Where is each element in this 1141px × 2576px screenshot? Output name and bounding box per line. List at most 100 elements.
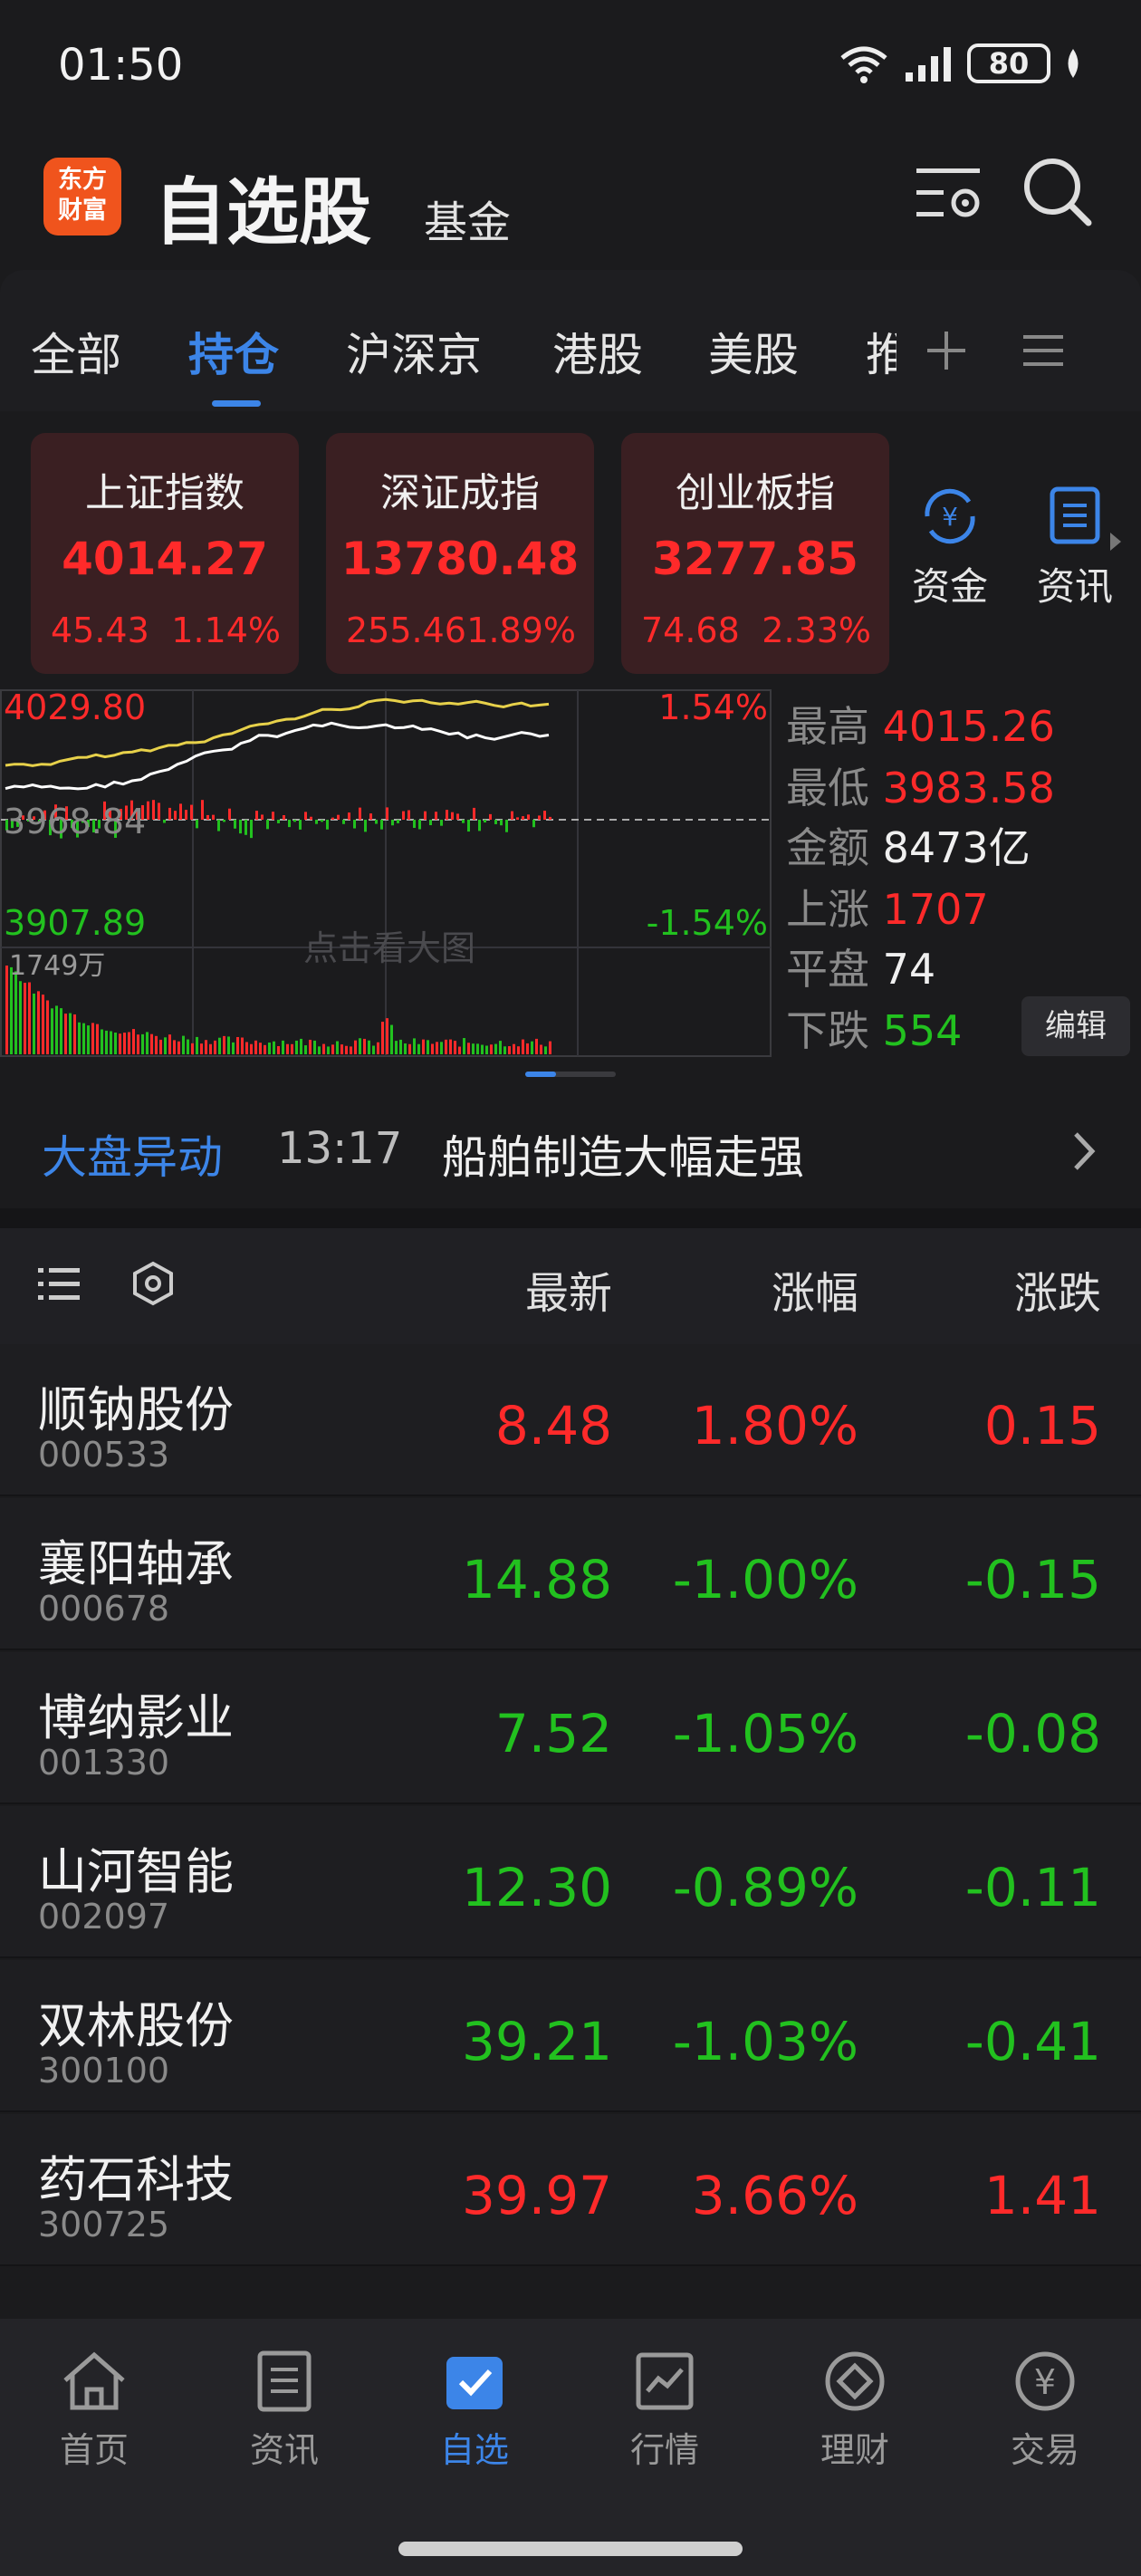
intraday-chart[interactable]: 4029.80 3968.84 3907.89 1.54% -1.54% 174… [0, 687, 779, 1060]
volume-bar [46, 1000, 49, 1054]
index-card-cyb[interactable]: 创业板指 3277.85 74.68 2.33% [621, 433, 889, 674]
change-bar [408, 810, 410, 820]
change-bar [272, 812, 274, 820]
volume-bar [196, 1036, 198, 1054]
fund-tab[interactable]: 基金 [424, 187, 511, 250]
alert-time: 13:17 [277, 1123, 403, 1174]
index-card-sz[interactable]: 深证成指 13780.48 255.46 1.89% [326, 433, 594, 674]
tab-more[interactable]: 推 [866, 319, 896, 384]
change-bar [244, 820, 247, 835]
stock-pct: -0.89% [672, 1857, 858, 1918]
table-row[interactable]: 顺钠股份 000533 8.48 1.80% 0.15 [0, 1344, 1141, 1496]
change-bar [217, 820, 220, 831]
table-row[interactable]: 山河智能 002097 12.30 -0.89% -0.11 [0, 1806, 1141, 1958]
settings-hex-icon[interactable] [130, 1261, 176, 1306]
volume-bar [223, 1035, 225, 1054]
leaf-icon [1068, 49, 1079, 78]
volume-bar [177, 1041, 180, 1054]
list-view-icon[interactable] [38, 1264, 82, 1304]
volume-bar [60, 1008, 62, 1054]
tab-us[interactable]: 美股 [708, 319, 799, 384]
volume-bar [19, 981, 22, 1054]
volume-bar [508, 1046, 511, 1054]
volume-bar [119, 1033, 121, 1054]
index-card-sh[interactable]: 上证指数 4014.27 45.43 1.14% [31, 433, 299, 674]
fund-flow-button[interactable]: ¥ 资金 [900, 485, 1000, 611]
nav-market[interactable]: 行情 [583, 2350, 746, 2472]
change-bar [505, 820, 508, 832]
change-bar [234, 820, 236, 829]
change-bar [435, 812, 437, 820]
signal-icon [906, 47, 951, 82]
status-icons: 80 [837, 43, 1083, 83]
stock-code: 000678 [38, 1589, 170, 1629]
add-icon[interactable] [924, 328, 969, 373]
volume-bar [128, 1032, 130, 1054]
volume-bar [51, 1008, 53, 1054]
change-bar [429, 820, 432, 826]
change-bar [364, 820, 367, 832]
market-alert[interactable]: 大盘异动 13:17 船舶制造大幅走强 [0, 1105, 1141, 1205]
nav-news[interactable]: 资讯 [203, 2350, 366, 2472]
col-change[interactable]: 涨跌 [1014, 1257, 1101, 1321]
tab-holdings[interactable]: 持仓 [188, 319, 279, 384]
volume-bar [526, 1043, 529, 1054]
stock-code: 300725 [38, 2205, 170, 2244]
home-indicator[interactable] [398, 2542, 743, 2556]
settings-list-icon[interactable] [915, 161, 985, 225]
table-row[interactable]: 襄阳轴承 000678 14.88 -1.00% -0.15 [0, 1498, 1141, 1650]
menu-icon[interactable] [1023, 332, 1063, 370]
chevron-right-icon [1074, 1132, 1096, 1170]
volume-bar [490, 1044, 493, 1054]
volume-bar [110, 1031, 112, 1054]
stock-name: 博纳影业 [38, 1689, 234, 1746]
change-bar [293, 820, 296, 822]
news-icon [257, 2350, 312, 2412]
change-bar [473, 807, 475, 820]
volume-bar [336, 1041, 339, 1054]
change-bar [348, 812, 350, 820]
stock-name: 顺钠股份 [38, 1381, 234, 1438]
stock-change: 1.41 [983, 2165, 1101, 2226]
col-latest[interactable]: 最新 [525, 1257, 612, 1321]
volume-bar [37, 991, 40, 1054]
brand-logo[interactable]: 东方 财富 [43, 158, 121, 235]
volume-bar [55, 1005, 58, 1054]
volume-bar [476, 1043, 479, 1054]
stock-price: 12.30 [461, 1857, 612, 1918]
volume-bar [14, 971, 17, 1054]
change-bar [494, 820, 497, 824]
col-pct[interactable]: 涨幅 [772, 1257, 858, 1321]
volume-bar [417, 1043, 420, 1054]
nav-trade[interactable]: ¥ 交易 [964, 2350, 1127, 2472]
table-row[interactable]: 双林股份 300100 39.21 -1.03% -0.41 [0, 1960, 1141, 2112]
change-bar [359, 807, 361, 820]
search-icon[interactable] [1021, 156, 1094, 228]
stock-code: 000533 [38, 1435, 170, 1475]
nav-home[interactable]: 首页 [13, 2350, 176, 2472]
change-bar [467, 820, 470, 832]
change-bar [212, 814, 215, 820]
volume-bar [155, 1035, 158, 1054]
chevron-right-icon[interactable] [1108, 531, 1123, 553]
volume-bar [28, 982, 31, 1054]
table-row[interactable]: 药石科技 300725 39.97 3.66% 1.41 [0, 2114, 1141, 2266]
stock-price: 14.88 [461, 1549, 612, 1610]
volume-bar [137, 1034, 139, 1054]
battery-icon: 80 [967, 43, 1050, 83]
volume-bar [132, 1029, 135, 1054]
nav-watchlist[interactable]: 自选 [393, 2350, 556, 2472]
change-bar [369, 813, 372, 820]
tab-all[interactable]: 全部 [31, 319, 121, 384]
nav-wealth[interactable]: 理财 [773, 2350, 936, 2472]
tab-shsz[interactable]: 沪深京 [346, 319, 482, 384]
volume-bar [105, 1030, 108, 1054]
change-bar [413, 820, 416, 829]
volume-bar [522, 1039, 524, 1054]
edit-button[interactable]: 编辑 [1021, 996, 1130, 1056]
chart-low-label: 3907.89 [4, 903, 146, 943]
change-bar [261, 814, 264, 820]
tab-hk[interactable]: 港股 [552, 319, 643, 384]
table-row[interactable]: 博纳影业 001330 7.52 -1.05% -0.08 [0, 1652, 1141, 1804]
volume-bar [91, 1023, 94, 1054]
